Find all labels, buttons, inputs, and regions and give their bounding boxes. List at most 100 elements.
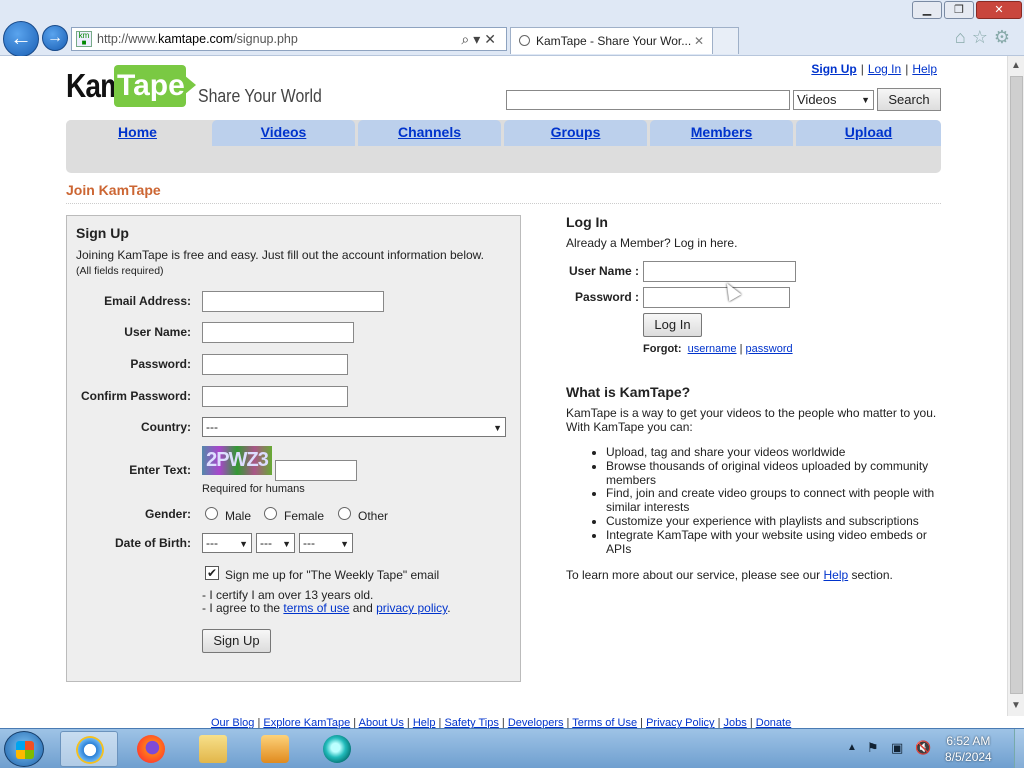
home-icon[interactable]: ⌂: [955, 27, 972, 47]
dob-year-select[interactable]: --- ▼: [299, 533, 353, 553]
login-button[interactable]: Log In: [643, 313, 702, 337]
tray-expand-icon[interactable]: ▲: [847, 742, 857, 753]
tab-upload[interactable]: Upload: [796, 120, 941, 146]
footer-link-safety[interactable]: Safety Tips: [444, 717, 498, 728]
tab-members[interactable]: Members: [650, 120, 793, 146]
footer-link-blog[interactable]: Our Blog: [211, 717, 254, 728]
footer-link-developers[interactable]: Developers: [508, 717, 564, 728]
gender-other-radio[interactable]: [338, 507, 351, 520]
back-arrow-icon[interactable]: ←: [3, 21, 39, 57]
minimize-button[interactable]: ▁: [912, 1, 942, 19]
address-bar[interactable]: km ■ http://www.kamtape.com/signup.php ⌕▾…: [71, 27, 507, 51]
folder-icon: [199, 735, 227, 763]
scroll-down-icon[interactable]: ▼: [1011, 700, 1021, 711]
login-username-field[interactable]: [643, 261, 796, 282]
password-label: Password:: [130, 357, 191, 371]
vertical-scrollbar[interactable]: ▲ ▼: [1007, 56, 1024, 716]
email-field[interactable]: [202, 291, 384, 312]
dob-day-select[interactable]: --- ▼: [256, 533, 295, 553]
login-heading: Log In: [566, 214, 608, 230]
password-field[interactable]: [202, 354, 348, 375]
tab-groups[interactable]: Groups: [504, 120, 647, 146]
footer-link-help[interactable]: Help: [413, 717, 436, 728]
dob-label: Date of Birth:: [115, 536, 191, 550]
stop-icon[interactable]: ✕: [484, 31, 500, 47]
close-tab-icon[interactable]: ✕: [694, 28, 704, 54]
settings-gear-icon[interactable]: ⚙: [994, 27, 1016, 47]
restore-button[interactable]: ❐: [944, 1, 974, 19]
gender-male-radio[interactable]: [205, 507, 218, 520]
forgot-password-link[interactable]: password: [746, 343, 793, 355]
chevron-down-icon: ▼: [340, 539, 349, 549]
signup-link[interactable]: Sign Up: [811, 62, 856, 76]
new-tab-button[interactable]: [712, 27, 739, 54]
tab-home[interactable]: Home: [66, 120, 209, 146]
taskbar-clock[interactable]: 6:52 AM 8/5/2024: [945, 733, 992, 765]
action-center-flag-icon[interactable]: ⚑: [867, 740, 879, 756]
network-icon[interactable]: ▣: [891, 740, 903, 756]
taskbar-ie[interactable]: [60, 731, 118, 767]
browser-tab[interactable]: KamTape - Share Your Wor... ✕: [510, 27, 713, 54]
chevron-down-icon: ▼: [282, 539, 291, 549]
help-link[interactable]: Help: [912, 62, 937, 76]
agree-suffix: .: [447, 601, 451, 615]
tab-page-icon: [519, 35, 530, 46]
volume-muted-icon[interactable]: 🔇: [915, 740, 931, 756]
privacy-link[interactable]: privacy policy: [376, 601, 447, 615]
footer-link-explore[interactable]: Explore KamTape: [263, 717, 350, 728]
country-value: ---: [206, 420, 218, 434]
about-outro-suffix: section.: [848, 568, 893, 582]
footer-link-about[interactable]: About Us: [359, 717, 404, 728]
dropdown-icon[interactable]: ▾: [473, 31, 484, 47]
start-button[interactable]: [4, 731, 44, 767]
tab-videos[interactable]: Videos: [212, 120, 355, 146]
captcha-field[interactable]: [275, 460, 357, 481]
windows-logo-icon: [16, 741, 34, 759]
show-desktop-button[interactable]: [1014, 729, 1024, 768]
signup-intro: Joining KamTape is free and easy. Just f…: [76, 248, 485, 262]
search-input[interactable]: [506, 90, 790, 110]
footer-link-jobs[interactable]: Jobs: [724, 717, 747, 728]
login-link[interactable]: Log In: [868, 62, 901, 76]
tab-channels[interactable]: Channels: [358, 120, 501, 146]
login-subtitle: Already a Member? Log in here.: [566, 236, 738, 250]
taskbar-app[interactable]: [308, 731, 366, 767]
close-window-button[interactable]: ✕: [976, 1, 1022, 19]
taskbar-explorer[interactable]: [184, 731, 242, 767]
search-button[interactable]: Search: [877, 88, 941, 111]
signup-button[interactable]: Sign Up: [202, 629, 271, 653]
search-icon[interactable]: ⌕: [461, 31, 473, 47]
forward-arrow-icon[interactable]: →: [42, 25, 68, 51]
clock-time: 6:52 AM: [946, 734, 991, 748]
newsletter-checkbox[interactable]: ✔: [205, 566, 219, 580]
footer-link-terms[interactable]: Terms of Use: [572, 717, 637, 728]
taskbar-media-player[interactable]: [246, 731, 304, 767]
search-type-select[interactable]: Videos ▼: [793, 90, 874, 110]
footer-link-donate[interactable]: Donate: [756, 717, 791, 728]
taskbar-firefox[interactable]: [122, 731, 180, 767]
gender-female-radio[interactable]: [264, 507, 277, 520]
login-password-field[interactable]: [643, 287, 790, 308]
scroll-thumb[interactable]: [1010, 76, 1023, 694]
confirm-password-field[interactable]: [202, 386, 348, 407]
dob-month-select[interactable]: --- ▼: [202, 533, 252, 553]
forgot-username-link[interactable]: username: [688, 343, 737, 355]
address-controls[interactable]: ⌕▾✕: [461, 28, 500, 50]
login-username-label: User Name :: [569, 264, 640, 278]
favorites-star-icon[interactable]: ☆: [972, 27, 994, 47]
gender-label: Gender:: [144, 507, 191, 521]
forgot-separator: |: [736, 343, 746, 355]
help-section-link[interactable]: Help: [823, 568, 848, 582]
username-field[interactable]: [202, 322, 354, 343]
country-select[interactable]: --- ▼: [202, 417, 506, 437]
agree-and: and: [349, 601, 377, 615]
country-label: Country:: [141, 420, 191, 434]
dob-day-value: ---: [260, 536, 272, 550]
search-type-value: Videos: [797, 92, 837, 107]
scroll-up-icon[interactable]: ▲: [1011, 60, 1021, 71]
forgot-label: Forgot:: [643, 343, 682, 355]
main-nav: Home Videos Channels Groups Members Uplo…: [66, 120, 941, 173]
media-player-icon: [261, 735, 289, 763]
terms-link[interactable]: terms of use: [283, 601, 349, 615]
footer-link-privacy[interactable]: Privacy Policy: [646, 717, 714, 728]
